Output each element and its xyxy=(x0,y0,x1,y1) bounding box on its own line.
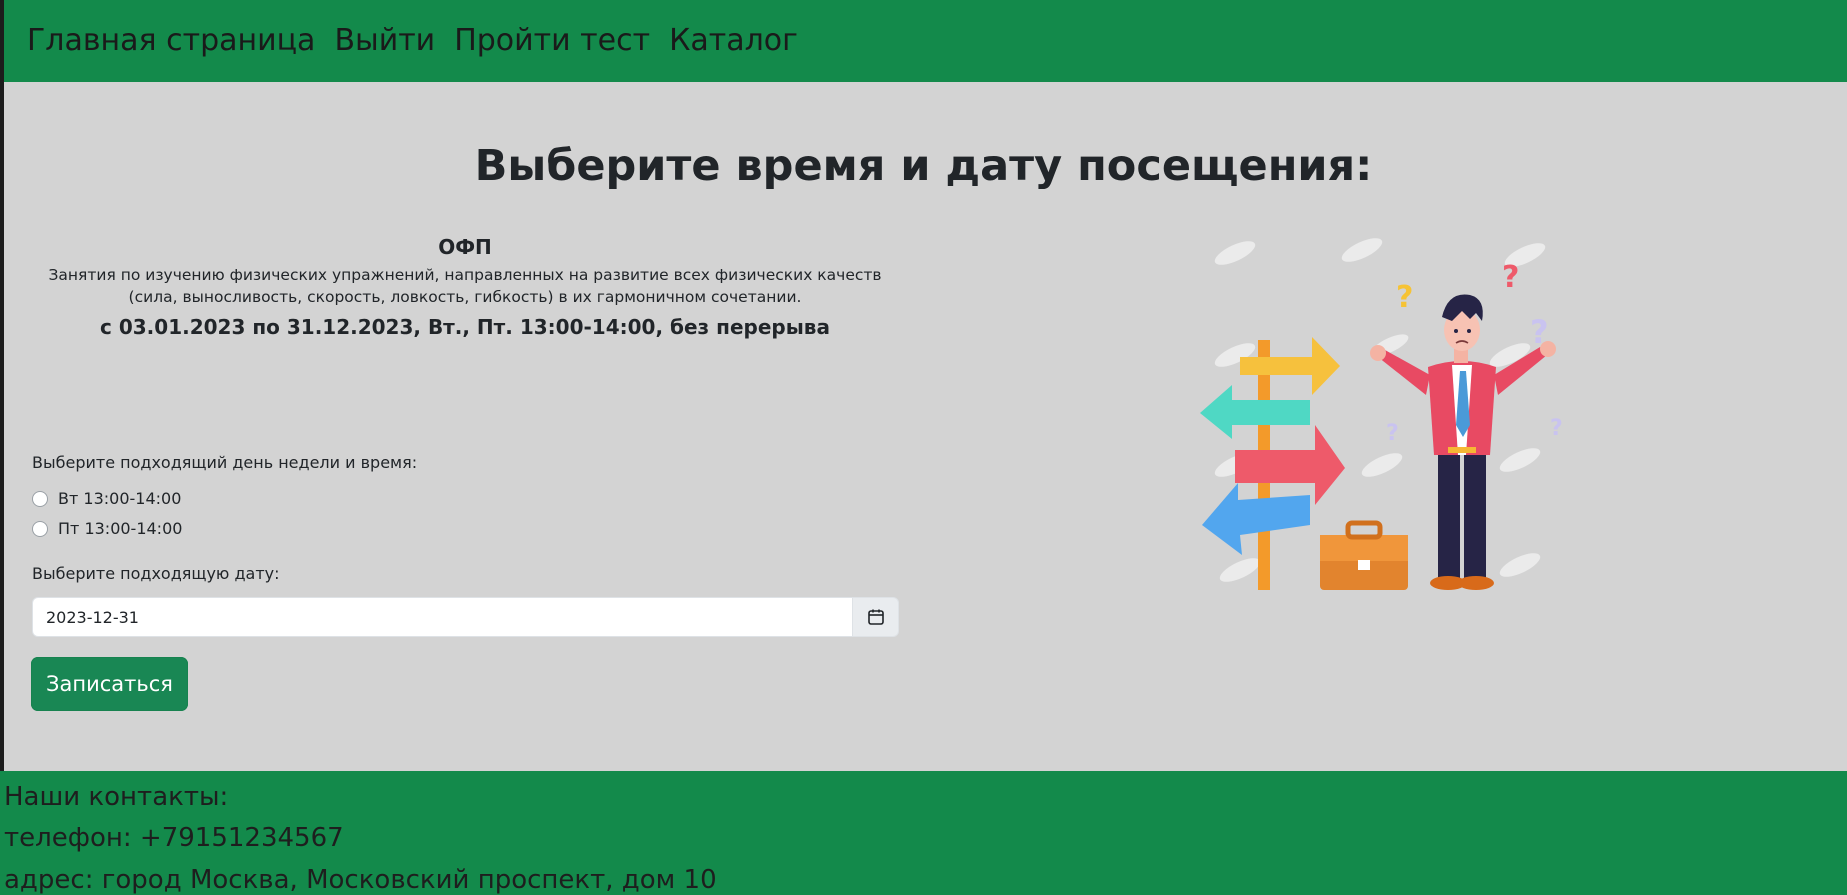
option-friday[interactable]: Пт 13:00-14:00 xyxy=(32,518,182,540)
nav-link-logout[interactable]: Выйти xyxy=(334,26,435,56)
date-input[interactable]: 2023-12-31 xyxy=(32,597,853,637)
footer-address: адрес: город Москва, Московский проспект… xyxy=(4,865,717,895)
svg-text:?: ? xyxy=(1396,280,1413,315)
option-friday-label: Пт 13:00-14:00 xyxy=(58,519,183,538)
radio-friday[interactable] xyxy=(32,521,48,537)
nav-link-catalog[interactable]: Каталог xyxy=(669,26,798,56)
page-title: Выберите время и дату посещения: xyxy=(474,141,1373,191)
date-picker: 2023-12-31 xyxy=(32,597,899,637)
footer-phone: телефон: +79151234567 xyxy=(4,823,344,853)
radio-tuesday[interactable] xyxy=(32,491,48,507)
footer: Наши контакты: телефон: +79151234567 адр… xyxy=(0,771,1847,895)
confused-man-signpost-illustration: ? ? ? ? ? xyxy=(1200,238,1563,590)
svg-text:?: ? xyxy=(1386,421,1399,446)
course-name: ОФП xyxy=(438,235,492,259)
date-label: Выберите подходящую дату: xyxy=(32,564,280,583)
day-time-label: Выберите подходящий день недели и время: xyxy=(32,453,418,472)
calendar-icon xyxy=(867,609,884,625)
nav-link-take-test[interactable]: Пройти тест xyxy=(454,26,650,56)
option-tuesday-label: Вт 13:00-14:00 xyxy=(58,489,182,508)
submit-button[interactable]: Записаться xyxy=(31,657,188,711)
footer-contacts-heading: Наши контакты: xyxy=(4,782,229,812)
calendar-button[interactable] xyxy=(853,597,899,637)
svg-text:?: ? xyxy=(1550,416,1563,441)
svg-text:?: ? xyxy=(1502,260,1519,295)
nav-link-home[interactable]: Главная страница xyxy=(27,26,315,56)
top-navbar: Главная страница Выйти Пройти тест Катал… xyxy=(4,0,1847,82)
course-description: Занятия по изучению физических упражнени… xyxy=(48,266,882,306)
course-schedule: с 03.01.2023 по 31.12.2023, Вт., Пт. 13:… xyxy=(100,315,830,339)
course-info: ОФП Занятия по изучению физических упраж… xyxy=(30,234,900,340)
window-left-edge xyxy=(0,0,4,895)
option-tuesday[interactable]: Вт 13:00-14:00 xyxy=(32,488,181,510)
